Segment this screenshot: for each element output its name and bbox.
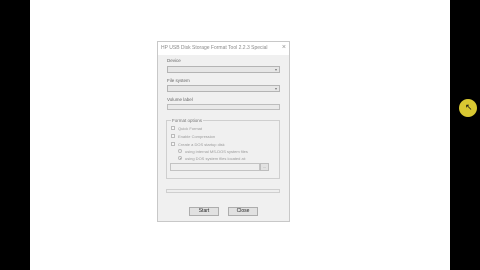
located-dos-files-label: using DOS system files located at:: [185, 156, 246, 161]
create-dos-disk-label: Create a DOS startup disk: [178, 142, 225, 147]
chevron-down-icon: ▾: [274, 86, 277, 91]
file-system-select[interactable]: ▾: [167, 85, 280, 92]
volume-label-label: Volume label: [167, 97, 193, 102]
browse-button[interactable]: ...: [260, 163, 269, 171]
start-button[interactable]: Start: [189, 207, 219, 216]
title-bar: HP USB Disk Storage Format Tool 2.2.3 Sp…: [158, 42, 289, 55]
enable-compression-checkbox[interactable]: [171, 134, 175, 138]
device-label: Device: [167, 58, 181, 63]
volume-label-input[interactable]: [167, 104, 280, 110]
chevron-down-icon: ▾: [274, 67, 277, 72]
device-select[interactable]: ▾: [167, 66, 280, 73]
format-progress-bar: [166, 189, 280, 193]
format-tool-window: HP USB Disk Storage Format Tool 2.2.3 Sp…: [157, 41, 290, 222]
close-icon[interactable]: ×: [282, 44, 286, 52]
located-dos-files-radio[interactable]: [178, 156, 182, 160]
cursor-highlight: ↖: [459, 99, 477, 117]
internal-dos-files-label: using internal MS-DOS system files: [185, 149, 248, 154]
create-dos-disk-checkbox[interactable]: [171, 142, 175, 146]
internal-dos-files-radio[interactable]: [178, 149, 182, 153]
left-letterbox: [0, 0, 30, 270]
quick-format-checkbox[interactable]: [171, 126, 175, 130]
quick-format-label: Quick Format: [178, 126, 203, 131]
right-letterbox: [450, 0, 480, 270]
enable-compression-label: Enable Compression: [178, 134, 216, 139]
close-button[interactable]: Close: [228, 207, 258, 216]
format-options-title: Format options: [171, 118, 204, 123]
mouse-pointer-icon: ↖: [465, 102, 473, 112]
window-title: HP USB Disk Storage Format Tool 2.2.3 Sp…: [161, 45, 268, 51]
dos-files-path-input[interactable]: [170, 163, 260, 171]
file-system-label: File system: [167, 78, 190, 83]
